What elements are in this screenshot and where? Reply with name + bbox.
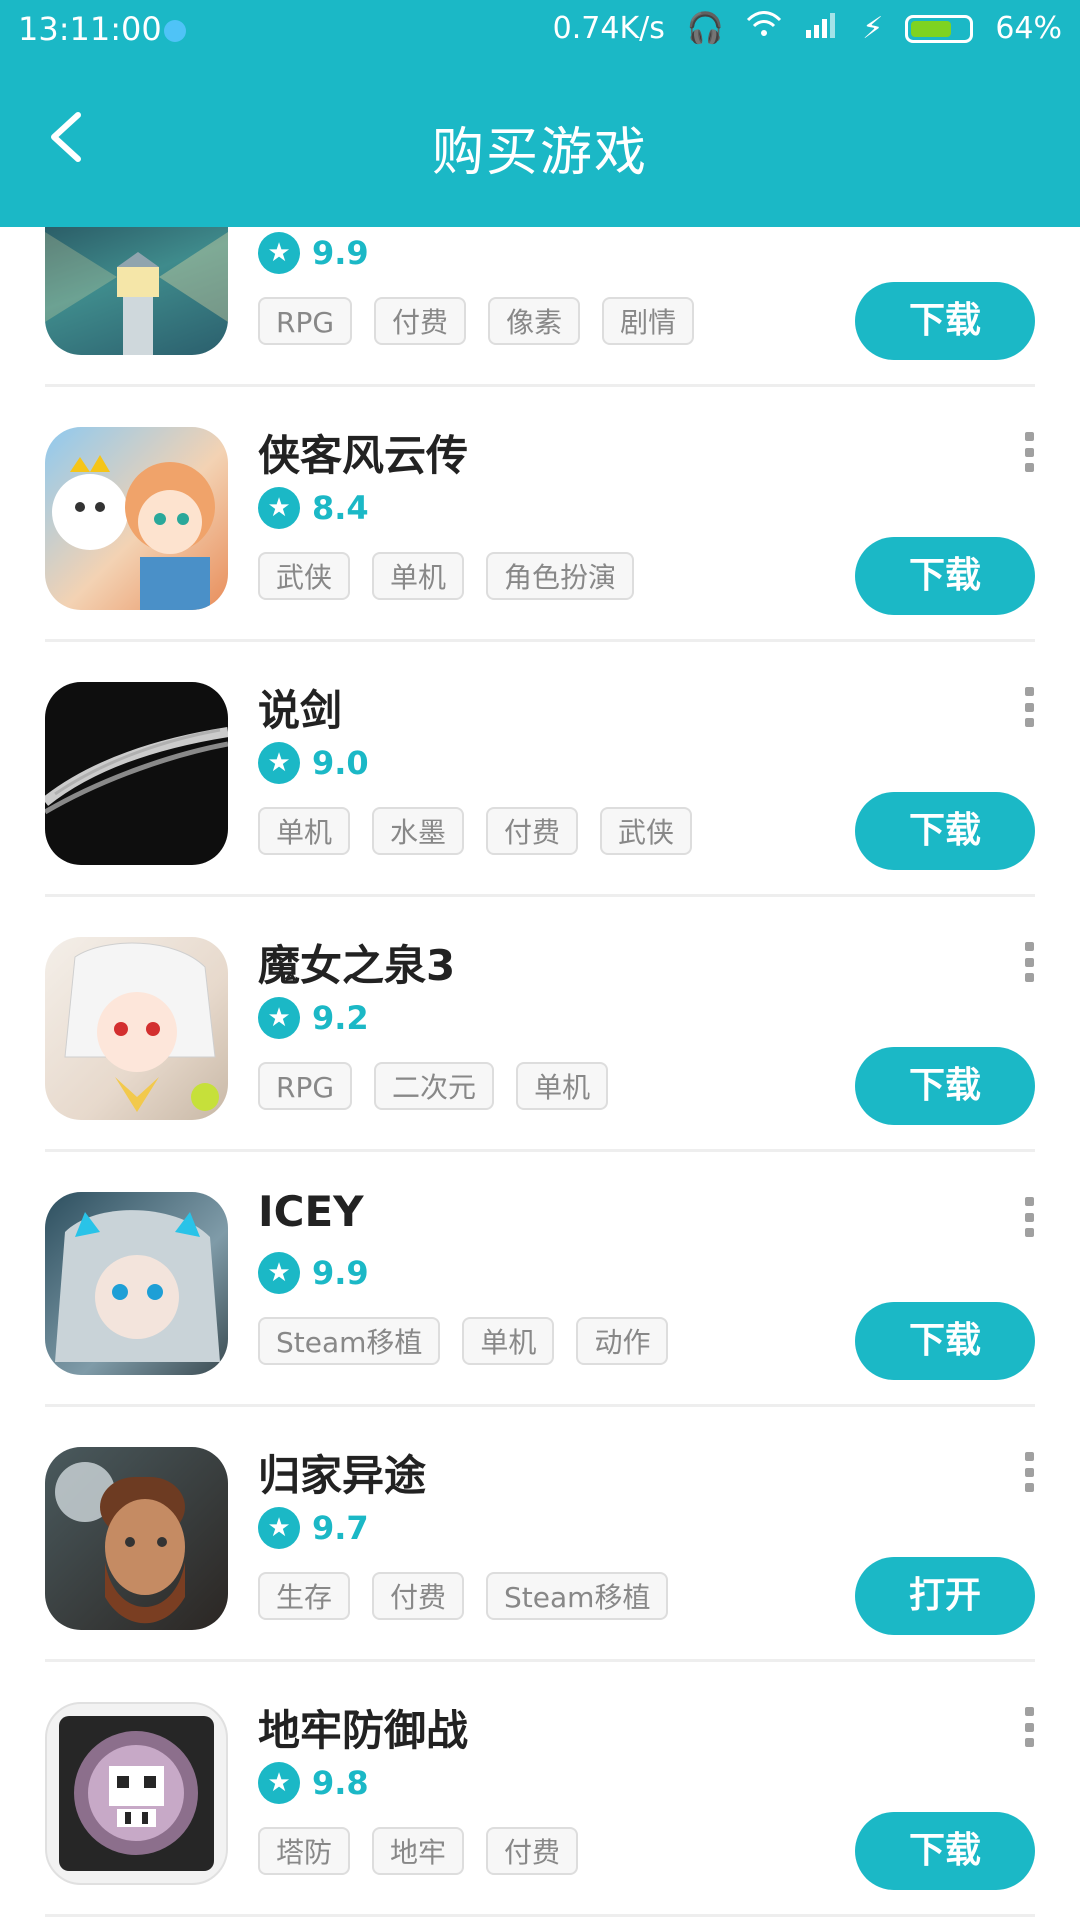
tag-list: RPG 付费 像素 剧情 <box>258 297 695 345</box>
tag: RPG <box>258 297 353 345</box>
page-title: 购买游戏 <box>431 123 648 183</box>
star-icon: ★ <box>258 232 300 274</box>
tag-list: 单机 水墨 付费 武侠 <box>258 807 693 855</box>
star-icon: ★ <box>258 487 300 529</box>
game-name: 归家异途 <box>258 1451 427 1500</box>
rating: ★ 9.8 <box>258 1762 369 1804</box>
download-button[interactable]: 下载 <box>855 792 1035 870</box>
tag: 付费 <box>486 807 579 855</box>
status-time: 13:11:00 <box>18 10 162 48</box>
game-name: 魔女之泉3 <box>258 941 456 990</box>
rating-score: 8.4 <box>312 489 369 527</box>
rating-score: 9.9 <box>312 234 369 272</box>
list-item[interactable]: 归家异途 ★ 9.7 生存 付费 Steam移植 打开 <box>45 1407 1035 1662</box>
tag: 塔防 <box>258 1827 351 1875</box>
list-item[interactable]: ICEY ★ 9.9 Steam移植 单机 动作 下载 <box>45 1152 1035 1407</box>
tag: 二次元 <box>374 1062 495 1110</box>
download-button[interactable]: 下载 <box>855 1047 1035 1125</box>
tag: 武侠 <box>600 807 693 855</box>
tag: 生存 <box>258 1572 351 1620</box>
more-options-icon[interactable] <box>1023 942 1035 982</box>
download-button[interactable]: 下载 <box>855 537 1035 615</box>
download-button[interactable]: 下载 <box>855 282 1035 360</box>
tag: 付费 <box>374 297 467 345</box>
app-header: 13:11:00 0.74K/s 🎧 ⚡ 64% 购买游戏 <box>0 0 1080 227</box>
list-item[interactable]: 魔女之泉3 ★ 9.2 RPG 二次元 单机 下载 <box>45 897 1035 1152</box>
star-icon: ★ <box>258 1507 300 1549</box>
signal-icon <box>804 10 840 48</box>
rating: ★ 9.7 <box>258 1507 369 1549</box>
rating: ★ 8.4 <box>258 487 369 529</box>
tag: 单机 <box>516 1062 609 1110</box>
tag: 动作 <box>576 1317 669 1365</box>
tag-list: 塔防 地牢 付费 <box>258 1827 579 1875</box>
tag: 水墨 <box>372 807 465 855</box>
tag: 付费 <box>372 1572 465 1620</box>
list-item[interactable]: 说剑 ★ 9.0 单机 水墨 付费 武侠 下载 <box>45 642 1035 897</box>
star-icon: ★ <box>258 1762 300 1804</box>
rating-score: 9.8 <box>312 1764 369 1802</box>
more-options-icon[interactable] <box>1023 432 1035 472</box>
tag: 角色扮演 <box>486 552 635 600</box>
net-speed: 0.74K/s <box>552 11 665 46</box>
list-item[interactable]: 侠客风云传 ★ 8.4 武侠 单机 角色扮演 下载 <box>45 387 1035 642</box>
status-right: 0.74K/s 🎧 ⚡ 64% <box>553 10 1062 48</box>
download-button[interactable]: 下载 <box>855 1302 1035 1380</box>
toolbar: 购买游戏 <box>0 62 1080 227</box>
tag-list: RPG 二次元 单机 <box>258 1062 609 1110</box>
battery-icon <box>905 15 974 43</box>
rating-score: 9.2 <box>312 999 369 1037</box>
game-icon-guijia <box>45 1447 228 1630</box>
list-item[interactable]: 地牢防御战 ★ 9.8 塔防 地牢 付费 下载 <box>45 1662 1035 1917</box>
download-button[interactable]: 下载 <box>855 1812 1035 1890</box>
game-icon-dungeon <box>45 1702 228 1885</box>
game-name: ICEY <box>258 1187 364 1236</box>
game-icon-icey <box>45 1192 228 1375</box>
tag-list: 生存 付费 Steam移植 <box>258 1572 669 1620</box>
more-options-icon[interactable] <box>1023 1452 1035 1492</box>
charging-icon: ⚡ <box>862 11 884 46</box>
tag: RPG <box>258 1062 353 1110</box>
rating: ★ 9.2 <box>258 997 369 1039</box>
game-icon-xiake <box>45 427 228 610</box>
game-icon-mojv <box>45 937 228 1120</box>
game-name: 地牢防御战 <box>258 1706 469 1755</box>
rating-score: 9.9 <box>312 1254 369 1292</box>
tag-list: 武侠 单机 角色扮演 <box>258 552 635 600</box>
more-options-icon[interactable] <box>1023 1707 1035 1747</box>
headphone-icon: 🎧 <box>686 11 725 46</box>
game-name: 说剑 <box>258 686 343 735</box>
game-name: 侠客风云传 <box>258 431 469 480</box>
tag: 付费 <box>486 1827 579 1875</box>
tag: 单机 <box>372 552 465 600</box>
rating-score: 9.0 <box>312 744 369 782</box>
rating: ★ 9.9 <box>258 232 369 274</box>
tag: 像素 <box>488 297 581 345</box>
star-icon: ★ <box>258 1252 300 1294</box>
notification-dot-icon <box>164 20 186 42</box>
rating-score: 9.7 <box>312 1509 369 1547</box>
tag-list: Steam移植 单机 动作 <box>258 1317 669 1365</box>
rating: ★ 9.9 <box>258 1252 369 1294</box>
tag: 单机 <box>462 1317 555 1365</box>
game-icon-shuojian <box>45 682 228 865</box>
star-icon: ★ <box>258 997 300 1039</box>
star-icon: ★ <box>258 742 300 784</box>
tag: Steam移植 <box>486 1572 669 1620</box>
rating: ★ 9.0 <box>258 742 369 784</box>
tag: 武侠 <box>258 552 351 600</box>
tag: Steam移植 <box>258 1317 441 1365</box>
more-options-icon[interactable] <box>1023 1197 1035 1237</box>
more-options-icon[interactable] <box>1023 687 1035 727</box>
tag: 地牢 <box>372 1827 465 1875</box>
tag: 单机 <box>258 807 351 855</box>
status-bar: 13:11:00 0.74K/s 🎧 ⚡ 64% <box>0 0 1080 62</box>
wifi-icon <box>746 10 782 48</box>
battery-percent: 64% <box>995 11 1062 46</box>
open-button[interactable]: 打开 <box>855 1557 1035 1635</box>
tag: 剧情 <box>602 297 695 345</box>
